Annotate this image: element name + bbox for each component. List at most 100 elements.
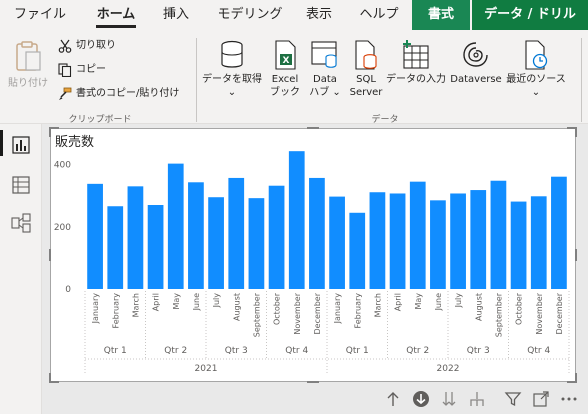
- quarter-label: Qtr 2: [406, 346, 429, 356]
- data-hub-icon: [311, 41, 337, 68]
- resize-handle[interactable]: [49, 249, 51, 261]
- sql-label-2: Server: [349, 87, 383, 98]
- bar: [107, 206, 124, 289]
- copy-button[interactable]: コピー: [58, 60, 106, 80]
- resize-handle[interactable]: [575, 373, 577, 383]
- bar: [450, 193, 466, 289]
- data-hub-button[interactable]: Data ハブ ⌄: [306, 40, 344, 99]
- tab-modeling[interactable]: モデリング: [212, 0, 288, 30]
- resize-handle[interactable]: [307, 381, 319, 383]
- tab-insert[interactable]: 挿入: [152, 0, 200, 30]
- ribbon: 貼り付け 切り取り コピー 書式のコピー/貼り付け クリップボード データを取得…: [0, 30, 588, 125]
- filter-icon[interactable]: [504, 390, 522, 408]
- resize-handle[interactable]: [575, 249, 577, 261]
- tab-data-drill[interactable]: データ / ドリル: [472, 0, 588, 30]
- chevron-down-icon: ⌄: [227, 87, 237, 98]
- bar: [530, 196, 547, 289]
- report-view-icon[interactable]: [10, 134, 32, 156]
- data-hub-label-2: ハブ: [309, 87, 330, 98]
- get-data-button[interactable]: データを取得 ⌄: [202, 40, 262, 99]
- bar: [268, 185, 285, 289]
- get-data-label: データを取得: [202, 74, 262, 85]
- bar: [470, 190, 487, 289]
- sql-label-1: SQL: [356, 74, 376, 85]
- dataverse-button[interactable]: Dataverse: [448, 40, 504, 86]
- more-options-icon[interactable]: [560, 390, 578, 408]
- x-tick-label: August: [474, 293, 483, 321]
- bar: [309, 177, 325, 289]
- bar: [127, 186, 144, 289]
- x-tick-label: March: [373, 293, 382, 317]
- excel-icon: X: [275, 40, 296, 70]
- x-tick-label: October: [273, 292, 282, 325]
- bar: [147, 205, 164, 289]
- x-tick-label: December: [313, 292, 322, 334]
- bar: [510, 201, 527, 289]
- svg-text:X: X: [283, 56, 290, 66]
- ribbon-separator: [196, 38, 197, 122]
- chevron-down-icon: ⌄: [531, 87, 541, 98]
- resize-handle[interactable]: [575, 127, 577, 137]
- quarter-label: Qtr 2: [164, 346, 187, 356]
- x-tick-label: June: [192, 293, 201, 312]
- tab-format[interactable]: 書式: [412, 0, 470, 30]
- expand-hierarchy-icon[interactable]: [468, 390, 486, 408]
- paste-button[interactable]: 貼り付け: [6, 40, 50, 90]
- model-view-icon[interactable]: [10, 212, 32, 234]
- recent-sources-label: 最近のソース: [506, 74, 566, 85]
- x-tick-label: August: [232, 293, 241, 321]
- x-tick-label: January: [333, 293, 342, 325]
- excel-workbook-button[interactable]: X Excel ブック: [266, 40, 304, 99]
- chart-visual[interactable]: 販売数 0 200 400 January February March April May J…: [49, 127, 577, 383]
- tab-view[interactable]: 表示: [296, 0, 342, 30]
- x-tick-label: October: [515, 292, 524, 325]
- resize-handle[interactable]: [307, 127, 319, 129]
- report-canvas: 販売数 0 200 400 January February March April May J…: [42, 124, 588, 414]
- bar: [87, 183, 103, 289]
- x-tick-label: July: [212, 293, 221, 309]
- bar: [288, 151, 305, 289]
- tab-help[interactable]: ヘルプ: [352, 0, 406, 30]
- cut-button[interactable]: 切り取り: [58, 36, 116, 56]
- bar: [188, 182, 204, 289]
- recent-sources-button[interactable]: 最近のソース ⌄: [504, 40, 568, 99]
- resize-handle[interactable]: [49, 127, 51, 137]
- drill-up-icon[interactable]: [384, 390, 402, 408]
- active-view-indicator: [0, 130, 3, 156]
- tab-file[interactable]: ファイル: [4, 0, 76, 30]
- ribbon-separator: [581, 38, 582, 122]
- quarter-label: Qtr 3: [225, 346, 248, 356]
- bar: [369, 192, 386, 289]
- quarter-label: Qtr 3: [467, 346, 490, 356]
- focus-mode-icon[interactable]: [532, 390, 550, 408]
- format-painter-button[interactable]: 書式のコピー/貼り付け: [58, 84, 179, 104]
- clipboard-icon: [16, 41, 41, 71]
- enter-data-button[interactable]: データの入力: [386, 40, 446, 86]
- x-tick-label: December: [555, 292, 564, 334]
- sql-server-button[interactable]: SQL Server: [346, 40, 386, 99]
- y-tick-label: 0: [65, 285, 71, 295]
- table-plus-icon: [403, 40, 429, 69]
- data-hub-label-1: Data: [313, 74, 337, 85]
- excel-label-1: Excel: [271, 74, 299, 85]
- cut-label: 切り取り: [76, 40, 116, 51]
- resize-handle[interactable]: [49, 373, 51, 383]
- menu-bar: ファイル ホーム 挿入 モデリング 表示 ヘルプ 書式 データ / ドリル: [0, 0, 588, 30]
- x-tick-label: September: [494, 292, 503, 337]
- bar-chart: 0 200 400 January February March April May June J…: [54, 151, 570, 374]
- next-level-icon[interactable]: [440, 390, 458, 408]
- bar: [208, 197, 224, 289]
- quarter-label: Qtr 4: [285, 346, 308, 356]
- tab-home[interactable]: ホーム: [90, 0, 142, 30]
- table-view-icon[interactable]: [10, 174, 32, 196]
- x-tick-label: January: [91, 293, 100, 325]
- copy-label: コピー: [76, 64, 106, 75]
- x-tick-label: November: [535, 292, 544, 334]
- x-tick-label: April: [394, 293, 403, 311]
- copy-icon: [58, 63, 72, 77]
- scissors-icon: [58, 39, 72, 53]
- bar: [167, 163, 184, 289]
- dataverse-icon: [463, 42, 488, 67]
- drill-down-mode-icon[interactable]: [412, 390, 430, 408]
- recent-clock-icon: [525, 40, 548, 70]
